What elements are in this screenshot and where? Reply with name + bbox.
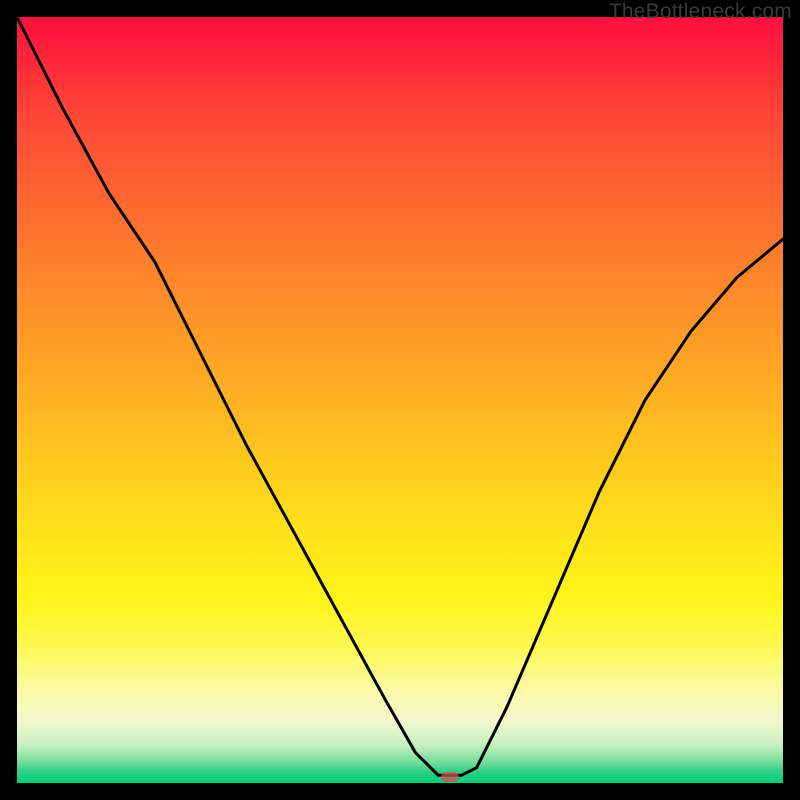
- peak-marker: [441, 772, 459, 782]
- bottleneck-curve: [17, 17, 783, 783]
- chart-frame: TheBottleneck.com: [0, 0, 800, 800]
- plot-area: [17, 17, 783, 783]
- watermark-text: TheBottleneck.com: [609, 0, 792, 24]
